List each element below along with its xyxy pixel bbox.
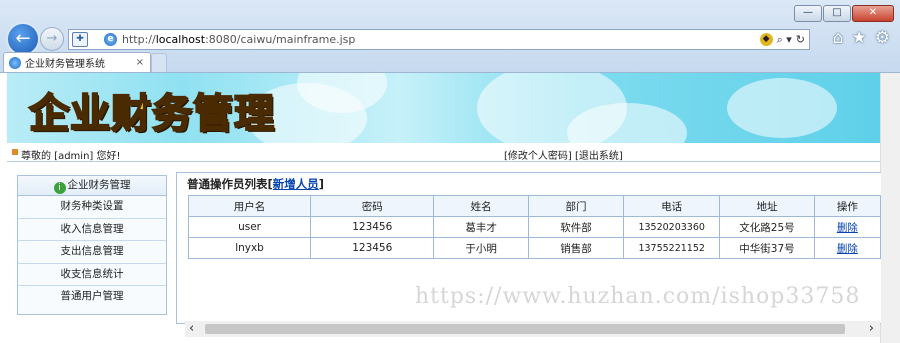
sidebar-item-income[interactable]: 收入信息管理 bbox=[18, 219, 166, 241]
info-icon: i bbox=[53, 182, 66, 194]
minimize-button[interactable]: — bbox=[794, 5, 822, 22]
column-header: 部门 bbox=[527, 195, 625, 217]
greeting-text: 尊敬的 [admin] 您好! bbox=[21, 151, 121, 162]
browser-chrome: — □ ✕ ← → ✚ e http://localhost:8080/caiw… bbox=[0, 0, 900, 73]
panel-title: 普通操作员列表[新增人员] bbox=[187, 177, 325, 191]
delete-link[interactable]: 删除 bbox=[837, 243, 858, 255]
add-user-link[interactable]: 新增人员 bbox=[273, 177, 319, 191]
address-bar[interactable]: ✚ e http://localhost:8080/caiwu/mainfram… bbox=[68, 29, 810, 50]
cell-phone: 13755221152 bbox=[623, 237, 721, 259]
sidebar-item-users[interactable]: 普通用户管理 bbox=[18, 286, 166, 308]
column-header: 姓名 bbox=[433, 195, 529, 217]
cell-username: lnyxb bbox=[187, 237, 312, 259]
cell-username: user bbox=[187, 216, 312, 238]
scroll-right-icon[interactable]: › bbox=[869, 321, 874, 336]
account-links[interactable]: [修改个人密码] [退出系统] bbox=[504, 147, 623, 162]
address-url[interactable]: http://localhost:8080/caiwu/mainframe.js… bbox=[122, 33, 355, 46]
cell-action: 删除 bbox=[813, 237, 882, 259]
cell-phone: 13520203360 bbox=[623, 216, 721, 238]
banner-title: 企业财务管理 bbox=[28, 89, 275, 138]
sidebar: i 企业财务管理 财务种类设置 收入信息管理 支出信息管理 收支信息统计 普通用户… bbox=[17, 175, 167, 315]
sidebar-item-statistics[interactable]: 收支信息统计 bbox=[18, 264, 166, 286]
cell-name: 葛丰才 bbox=[433, 216, 529, 238]
favorites-icon[interactable]: ★ bbox=[852, 28, 867, 48]
sidebar-header: i 企业财务管理 bbox=[18, 176, 166, 196]
sidebar-item-category-settings[interactable]: 财务种类设置 bbox=[18, 196, 166, 219]
forward-button[interactable]: → bbox=[40, 27, 64, 51]
column-header: 地址 bbox=[719, 195, 815, 217]
operator-table: 用户名 密码 姓名 部门 电话 地址 操作 user 123456 葛丰才 软件… bbox=[187, 195, 882, 259]
browser-tab[interactable]: 企业财务管理系统 × bbox=[3, 52, 151, 72]
new-tab-button[interactable] bbox=[151, 53, 167, 72]
tab-title: 企业财务管理系统 bbox=[25, 59, 105, 70]
search-dropdown-icon[interactable]: ⌕ ▾ bbox=[777, 33, 792, 47]
column-header: 密码 bbox=[310, 195, 435, 217]
bullet-icon bbox=[12, 149, 18, 155]
tab-favicon-icon bbox=[9, 56, 21, 69]
tools-icon[interactable]: ⚙ bbox=[875, 28, 890, 48]
user-bar: 尊敬的 [admin] 您好! [修改个人密码] [退出系统] bbox=[7, 144, 880, 162]
scroll-left-icon[interactable]: ‹ bbox=[189, 321, 194, 336]
back-button[interactable]: ← bbox=[6, 22, 40, 56]
watermark-text: https://www.huzhan.com/ishop33758 bbox=[415, 284, 861, 309]
cell-address: 文化路25号 bbox=[719, 216, 815, 238]
cell-dept: 软件部 bbox=[527, 216, 625, 238]
cell-password: 123456 bbox=[310, 216, 435, 238]
cell-dept: 销售部 bbox=[527, 237, 625, 259]
horizontal-scrollbar[interactable]: ‹ › bbox=[185, 321, 880, 337]
window-controls: — □ ✕ bbox=[794, 5, 894, 22]
arrow-left-icon: ← bbox=[15, 28, 31, 49]
cell-name: 于小明 bbox=[433, 237, 529, 259]
column-header: 操作 bbox=[813, 195, 882, 217]
cell-password: 123456 bbox=[310, 237, 435, 259]
column-header: 用户名 bbox=[187, 195, 312, 217]
site-banner: 企业财务管理 bbox=[7, 73, 880, 143]
ie-favicon-icon: e bbox=[104, 33, 117, 46]
table-row: user 123456 葛丰才 软件部 13520203360 文化路25号 删… bbox=[187, 216, 882, 238]
cell-action: 删除 bbox=[813, 216, 882, 238]
column-header: 电话 bbox=[623, 195, 721, 217]
arrow-right-icon: → bbox=[46, 31, 58, 46]
maximize-button[interactable]: □ bbox=[823, 5, 851, 22]
tab-close-icon[interactable]: × bbox=[136, 57, 144, 68]
scroll-thumb[interactable] bbox=[205, 324, 845, 334]
table-row: lnyxb 123456 于小明 销售部 13755221152 中华街37号 … bbox=[187, 237, 882, 259]
vertical-scrollbar[interactable] bbox=[880, 73, 900, 343]
delete-link[interactable]: 删除 bbox=[837, 222, 858, 234]
security-icon[interactable]: ◆ bbox=[759, 33, 773, 46]
home-icon[interactable]: ⌂ bbox=[833, 28, 844, 48]
close-button[interactable]: ✕ bbox=[852, 5, 894, 22]
sidebar-item-expense[interactable]: 支出信息管理 bbox=[18, 241, 166, 264]
cell-address: 中华街37号 bbox=[719, 237, 815, 259]
refresh-icon[interactable]: ↻ bbox=[796, 33, 805, 46]
table-header-row: 用户名 密码 姓名 部门 电话 地址 操作 bbox=[187, 195, 882, 217]
compatibility-view-icon[interactable]: ✚ bbox=[72, 32, 88, 47]
